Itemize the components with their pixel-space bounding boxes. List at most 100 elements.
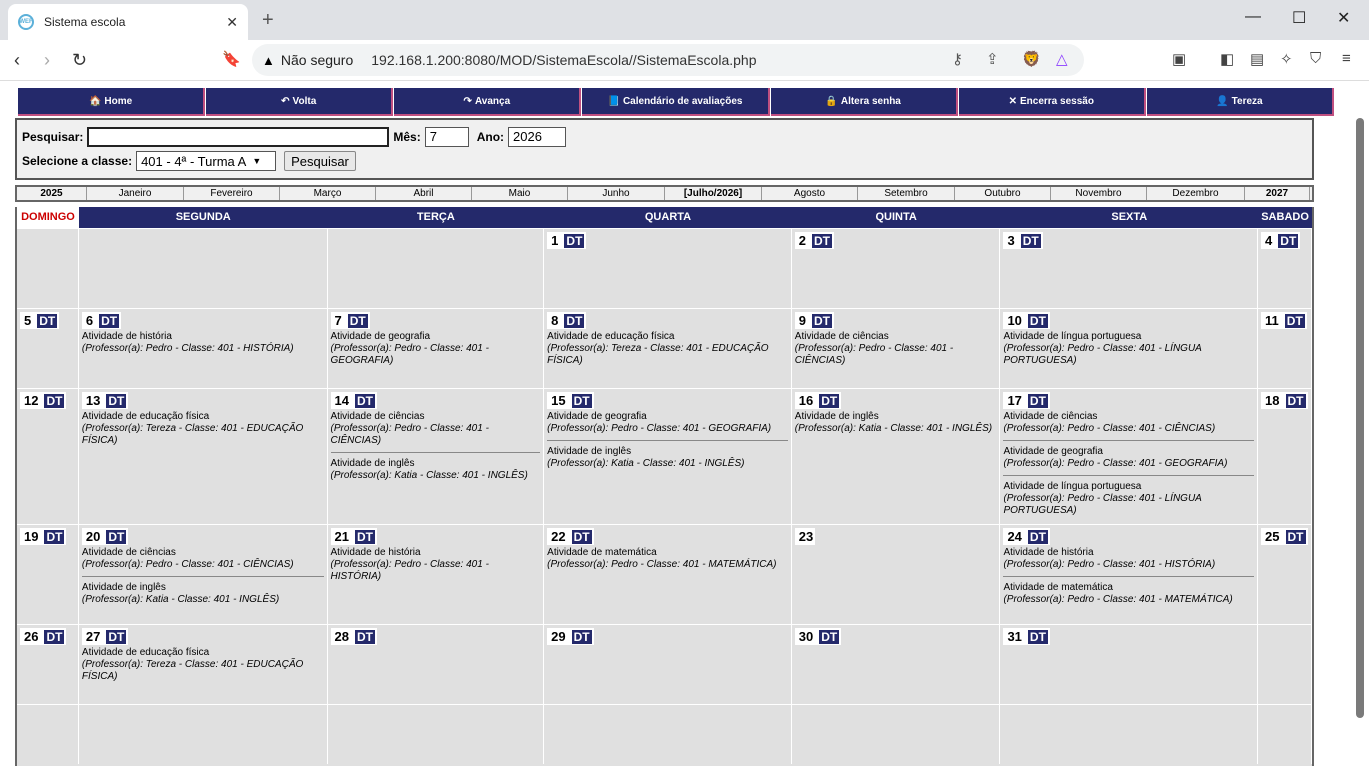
- day-number[interactable]: 29 DT: [547, 628, 594, 645]
- minimize-icon[interactable]: —: [1245, 8, 1261, 26]
- dt-badge[interactable]: DT: [354, 629, 375, 644]
- month-link-7[interactable]: [Julho/2026]: [665, 187, 762, 200]
- day-number[interactable]: 17 DT: [1003, 392, 1050, 409]
- dt-badge[interactable]: DT: [1027, 629, 1048, 644]
- new-tab-icon[interactable]: +: [262, 9, 274, 32]
- dt-badge[interactable]: DT: [99, 313, 120, 328]
- calendar-day-cell[interactable]: 27 DT Atividade de educação física (Profess…: [79, 625, 328, 704]
- calendar-day-cell[interactable]: 8 DT Atividade de educação física (Professo…: [544, 309, 792, 388]
- calendar-day-cell[interactable]: 31 DT: [1000, 625, 1259, 704]
- day-number[interactable]: 9 DT: [794, 312, 835, 329]
- dt-badge[interactable]: DT: [1020, 233, 1041, 248]
- dt-badge[interactable]: DT: [571, 629, 592, 644]
- class-select[interactable]: 401 - 4ª - Turma A ▼: [136, 151, 277, 171]
- share-icon[interactable]: ⇪: [986, 50, 999, 68]
- calendar-day-cell[interactable]: 2 DT: [792, 229, 1001, 308]
- menu-item-4[interactable]: 🔒 Altera senha: [770, 88, 958, 116]
- calendar-day-cell[interactable]: 28 DT: [328, 625, 545, 704]
- day-number[interactable]: 23: [794, 528, 816, 545]
- calendar-day-cell[interactable]: 1 DT: [544, 229, 792, 308]
- day-number[interactable]: 30 DT: [794, 628, 842, 645]
- calendar-day-cell[interactable]: 6 DT Atividade de história (Professor(a): P…: [79, 309, 328, 388]
- omnibox[interactable]: ▲ Não seguro 192.168.1.200:8080/MOD/Sist…: [252, 44, 1084, 76]
- menu-item-6[interactable]: 👤 Tereza: [1146, 88, 1334, 116]
- day-number[interactable]: 5 DT: [20, 312, 60, 329]
- calendar-day-cell[interactable]: 3 DT: [1000, 229, 1259, 308]
- shield-icon[interactable]: ⛉: [1310, 50, 1321, 67]
- menu-icon[interactable]: ≡: [1342, 50, 1351, 67]
- calendar-day-cell[interactable]: 17 DT Atividade de ciências (Professor(a): …: [1000, 389, 1259, 524]
- day-number[interactable]: 10 DT: [1003, 312, 1050, 329]
- calendar-day-cell[interactable]: 11 DT: [1258, 309, 1312, 388]
- day-number[interactable]: 14 DT: [330, 392, 377, 409]
- calendar-day-cell[interactable]: 19 DT: [17, 525, 79, 624]
- reload-icon[interactable]: ↻: [72, 50, 87, 71]
- calendar-day-cell[interactable]: 10 DT Atividade de língua portuguesa (Profe…: [1000, 309, 1259, 388]
- month-input[interactable]: 7: [424, 127, 469, 147]
- month-link-6[interactable]: Junho: [568, 187, 665, 200]
- calendar-day-cell[interactable]: 14 DT Atividade de ciências (Professor(a): …: [328, 389, 545, 524]
- calendar-day-cell[interactable]: 21 DT Atividade de história (Professor(a): …: [328, 525, 545, 624]
- calendar-day-cell[interactable]: 26 DT: [17, 625, 79, 704]
- dt-badge[interactable]: DT: [819, 629, 840, 644]
- month-link-8[interactable]: Agosto: [762, 187, 858, 200]
- search-input[interactable]: [87, 127, 390, 147]
- month-link-1[interactable]: Janeiro: [87, 187, 184, 200]
- dt-badge[interactable]: DT: [1027, 393, 1048, 408]
- calendar-day-cell[interactable]: 29 DT: [544, 625, 792, 704]
- url-text[interactable]: 192.168.1.200:8080/MOD/SistemaEscola//Si…: [371, 52, 756, 68]
- key-icon[interactable]: ⚷: [952, 50, 963, 68]
- month-link-10[interactable]: Outubro: [955, 187, 1051, 200]
- dt-badge[interactable]: DT: [571, 529, 592, 544]
- day-number[interactable]: 28 DT: [330, 628, 377, 645]
- day-number[interactable]: 16 DT: [794, 392, 842, 409]
- day-number[interactable]: 4 DT: [1261, 232, 1301, 249]
- dt-badge[interactable]: DT: [1027, 313, 1048, 328]
- wallet-icon[interactable]: ▤: [1250, 50, 1264, 68]
- day-number[interactable]: 2 DT: [794, 232, 835, 249]
- back-icon[interactable]: ‹: [14, 50, 20, 71]
- reader-icon[interactable]: ▣: [1172, 50, 1186, 68]
- dt-badge[interactable]: DT: [1284, 313, 1305, 328]
- day-number[interactable]: 1 DT: [547, 232, 587, 249]
- month-link-12[interactable]: Dezembro: [1147, 187, 1245, 200]
- dt-badge[interactable]: DT: [106, 529, 127, 544]
- calendar-day-cell[interactable]: 4 DT: [1258, 229, 1312, 308]
- brave-icon[interactable]: 🦁: [1022, 50, 1041, 68]
- menu-item-0[interactable]: 🏠 Home: [18, 88, 206, 116]
- scrollbar[interactable]: [1354, 98, 1366, 766]
- scrollbar-thumb[interactable]: [1356, 118, 1364, 718]
- calendar-day-cell[interactable]: 30 DT: [792, 625, 1001, 704]
- month-link-5[interactable]: Maio: [472, 187, 568, 200]
- day-number[interactable]: 31 DT: [1003, 628, 1050, 645]
- day-number[interactable]: 24 DT: [1003, 528, 1050, 545]
- dt-badge[interactable]: DT: [564, 233, 585, 248]
- dt-badge[interactable]: DT: [44, 393, 65, 408]
- day-number[interactable]: 7 DT: [330, 312, 370, 329]
- day-number[interactable]: 12 DT: [20, 392, 67, 409]
- dt-badge[interactable]: DT: [347, 313, 368, 328]
- dt-badge[interactable]: DT: [571, 393, 592, 408]
- close-tab-icon[interactable]: ✕: [226, 14, 238, 31]
- year-input[interactable]: 2026: [508, 127, 567, 147]
- dt-badge[interactable]: DT: [564, 313, 585, 328]
- calendar-day-cell[interactable]: 5 DT: [17, 309, 79, 388]
- day-number[interactable]: 6 DT: [81, 312, 122, 329]
- day-number[interactable]: 15 DT: [547, 392, 594, 409]
- calendar-day-cell[interactable]: 22 DT Atividade de matemática (Professor(a)…: [544, 525, 792, 624]
- calendar-day-cell[interactable]: 20 DT Atividade de ciências (Professor(a): …: [79, 525, 328, 624]
- calendar-day-cell[interactable]: 24 DT Atividade de história (Professor(a): …: [1000, 525, 1259, 624]
- sidebar-icon[interactable]: ◧: [1220, 50, 1234, 68]
- calendar-day-cell[interactable]: 12 DT: [17, 389, 79, 524]
- calendar-day-cell[interactable]: 7 DT Atividade de geografia (Professor(a): …: [328, 309, 545, 388]
- calendar-day-cell[interactable]: 25 DT: [1258, 525, 1312, 624]
- day-number[interactable]: 13 DT: [81, 392, 129, 409]
- dt-badge[interactable]: DT: [44, 529, 65, 544]
- browser-tab[interactable]: WEF Sistema escola ✕: [8, 4, 248, 40]
- dt-badge[interactable]: DT: [1278, 233, 1299, 248]
- dt-badge[interactable]: DT: [106, 393, 127, 408]
- menu-item-5[interactable]: ✕ Encerra sessão: [958, 88, 1146, 116]
- day-number[interactable]: 26 DT: [20, 628, 67, 645]
- day-number[interactable]: 21 DT: [330, 528, 377, 545]
- forward-icon[interactable]: ›: [44, 50, 50, 71]
